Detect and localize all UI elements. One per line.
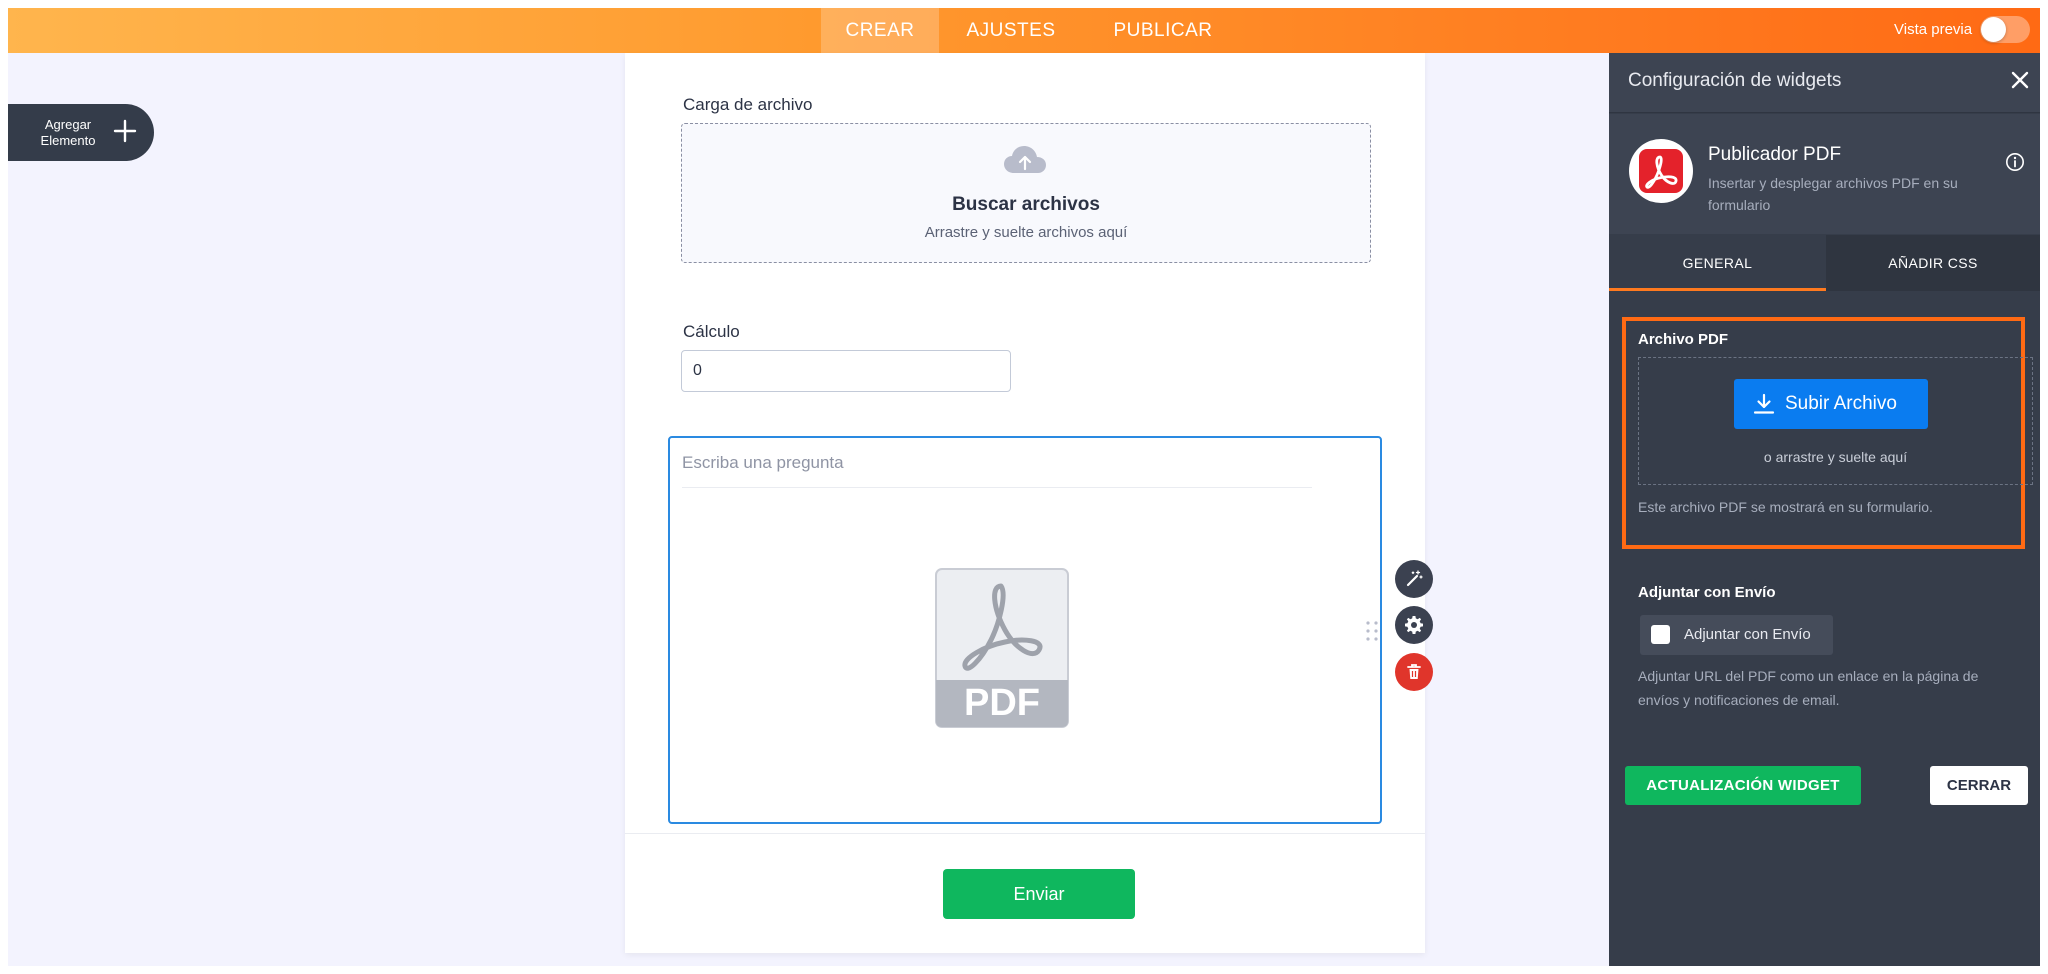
browse-files-title: Buscar archivos [952,194,1100,215]
gear-icon [1405,616,1423,634]
trash-icon [1407,664,1421,679]
cloud-upload-icon [1004,146,1046,173]
card-divider [625,833,1425,834]
upload-file-label: Subir Archivo [1785,393,1897,414]
app-frame: CREAR AJUSTES PUBLICAR Vista previa Agre… [8,8,2040,966]
pdf-drop-hint: o arrastre y suelte aquí [1763,449,1908,465]
acrobat-icon [1645,155,1678,189]
drag-drop-hint: Arrastre y suelte archivos aquí [924,224,1128,241]
pdf-file-label: Archivo PDF [1638,331,1729,348]
add-element-label: Agregar Elemento [40,117,96,148]
magic-wand-icon [1406,570,1423,587]
tab-crear[interactable]: CREAR [821,8,939,53]
file-upload-dropzone[interactable]: Buscar archivos Arrastre y suelte archiv… [681,123,1371,263]
panel-header: Configuración de widgets [1609,53,2040,113]
widget-description: Insertar y desplegar archivos PDF en su … [1708,175,1958,213]
top-navigation-bar: CREAR AJUSTES PUBLICAR Vista previa [8,8,2040,53]
widget-name: Publicador PDF [1708,144,1842,165]
plus-icon [113,119,137,143]
add-element-button[interactable]: Agregar Elemento [8,104,154,161]
tab-publicar[interactable]: PUBLICAR [1108,8,1218,53]
pdf-embed-field[interactable]: Escriba una pregunta PDF [668,436,1382,824]
attach-submission-checkbox-label: Adjuntar con Envío [1684,626,1811,643]
calculation-label: Cálculo [683,322,740,341]
close-panel-button[interactable]: CERRAR [1930,766,2028,805]
widget-logo [1629,139,1693,203]
preview-label: Vista previa [1894,21,1973,38]
pdf-logo-badge [1639,149,1683,193]
magic-wand-button[interactable] [1395,560,1433,598]
widget-settings-panel: Configuración de widgets Publicador PDF … [1609,53,2040,966]
form-card: Carga de archivo Buscar archivos Arrastr… [625,53,1425,953]
tab-add-css[interactable]: AÑADIR CSS [1826,235,2040,291]
pdf-dropzone[interactable]: Subir Archivo o arrastre y suelte aquí [1638,357,2033,485]
submit-button[interactable]: Enviar [943,869,1135,919]
pdf-file-section: Archivo PDF Subir Archivo o arrastre y s… [1622,317,2033,549]
attach-submission-label: Adjuntar con Envío [1638,584,1776,601]
widget-info: Publicador PDF Insertar y desplegar arch… [1609,114,2040,234]
preview-toggle-knob [1981,17,2006,42]
field-settings-button[interactable] [1395,606,1433,644]
attach-submission-option[interactable]: Adjuntar con Envío [1640,615,1833,655]
drag-handle-icon[interactable] [1365,620,1379,642]
attach-submission-checkbox[interactable] [1651,625,1670,644]
question-divider [682,487,1312,488]
tab-ajustes[interactable]: AJUSTES [955,8,1067,53]
delete-field-button[interactable] [1395,653,1433,691]
pdf-document-label: PDF [964,682,1040,724]
calculation-input[interactable]: 0 [681,350,1011,392]
pdf-document-icon: PDF [935,568,1069,728]
file-upload-label: Carga de archivo [683,95,813,114]
panel-title: Configuración de widgets [1628,70,1842,91]
info-icon[interactable] [2005,152,2025,172]
pdf-file-hint: Este archivo PDF se mostrará en su formu… [1638,499,1933,515]
question-placeholder[interactable]: Escriba una pregunta [682,453,844,473]
tab-general[interactable]: GENERAL [1609,235,1826,291]
download-icon [1753,393,1775,414]
preview-toggle[interactable] [1980,16,2030,43]
panel-tabs: GENERAL AÑADIR CSS [1609,235,2040,291]
close-icon[interactable] [2009,69,2031,91]
update-widget-button[interactable]: ACTUALIZACIÓN WIDGET [1625,766,1861,805]
attach-submission-description: Adjuntar URL del PDF como un enlace en l… [1638,668,1979,708]
upload-file-button[interactable]: Subir Archivo [1734,379,1928,429]
